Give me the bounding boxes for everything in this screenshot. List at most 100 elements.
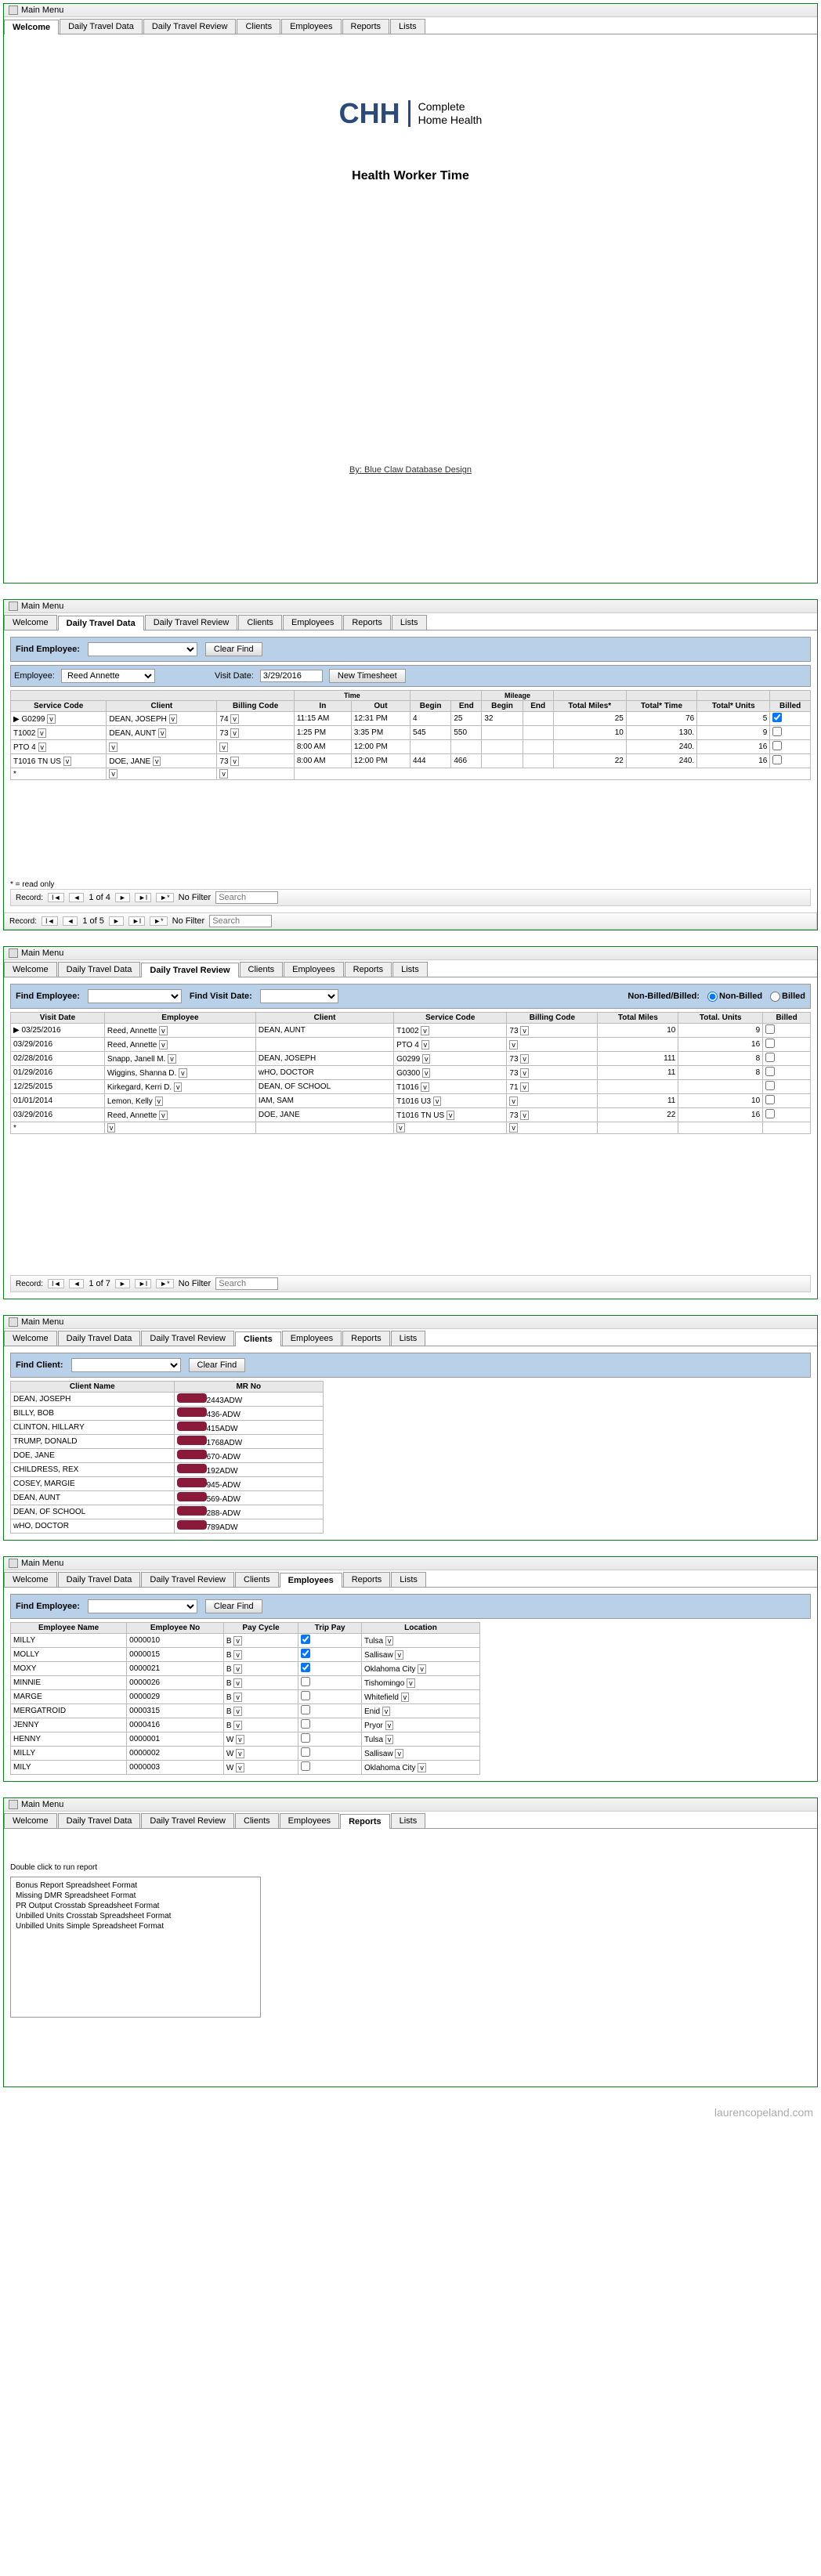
trip-pay-checkbox[interactable]	[301, 1747, 310, 1757]
no-filter[interactable]: No Filter	[172, 916, 205, 926]
billed-checkbox[interactable]	[765, 1081, 775, 1090]
dropdown-icon[interactable]: v	[38, 742, 47, 752]
dropdown-icon[interactable]: v	[230, 728, 239, 738]
table-row[interactable]: DEAN, AUNT569-ADW	[11, 1491, 324, 1505]
tab-daily-travel-data[interactable]: Daily Travel Data	[60, 19, 143, 34]
clear-find-button[interactable]: Clear Find	[205, 1599, 262, 1613]
no-filter[interactable]: No Filter	[179, 893, 212, 902]
pay-cycle-cell[interactable]: B v	[223, 1704, 298, 1718]
table-row[interactable]: MILLY0000002W vSallisaw v	[11, 1747, 480, 1761]
dropdown-icon[interactable]: v	[396, 1123, 405, 1133]
dropdown-icon[interactable]: v	[153, 757, 161, 766]
table-row[interactable]: CLINTON, HILLARY415ADW	[11, 1421, 324, 1435]
pay-cycle-cell[interactable]: B v	[223, 1648, 298, 1662]
billed-checkbox[interactable]	[765, 1109, 775, 1118]
tab-daily-travel-data[interactable]: Daily Travel Data	[58, 1331, 141, 1346]
tab-daily-travel-data[interactable]: Daily Travel Data	[58, 1813, 141, 1828]
new-button[interactable]: ►*	[156, 893, 173, 902]
location-cell[interactable]: Oklahoma City v	[361, 1662, 479, 1676]
tab-reports[interactable]: Reports	[340, 1814, 390, 1829]
tab-employees[interactable]: Employees	[280, 1573, 342, 1588]
tab-daily-travel-review[interactable]: Daily Travel Review	[145, 615, 238, 630]
table-row[interactable]: MILLY0000010B vTulsa v	[11, 1634, 480, 1648]
dropdown-icon[interactable]: v	[236, 1735, 244, 1744]
dropdown-icon[interactable]: v	[520, 1026, 529, 1035]
dropdown-icon[interactable]: v	[509, 1040, 518, 1050]
dropdown-icon[interactable]: v	[159, 1026, 168, 1035]
clear-find-button[interactable]: Clear Find	[205, 642, 262, 656]
table-row[interactable]: MARGE0000029B vWhitefield v	[11, 1690, 480, 1704]
next-button[interactable]: ►	[115, 1279, 130, 1288]
location-cell[interactable]: Pryor v	[361, 1718, 479, 1732]
location-cell[interactable]: Oklahoma City v	[361, 1761, 479, 1775]
tab-welcome[interactable]: Welcome	[4, 1572, 57, 1587]
new-button[interactable]: ►*	[150, 916, 167, 926]
table-row[interactable]: DEAN, OF SCHOOL288-ADW	[11, 1505, 324, 1519]
trip-pay-checkbox[interactable]	[301, 1691, 310, 1700]
search-input[interactable]	[209, 915, 272, 927]
tab-lists[interactable]: Lists	[391, 1813, 426, 1828]
tab-reports[interactable]: Reports	[342, 19, 390, 34]
dropdown-icon[interactable]: v	[233, 1650, 242, 1660]
trip-pay-checkbox[interactable]	[301, 1719, 310, 1729]
table-row[interactable]: DEAN, JOSEPH2443ADW	[11, 1393, 324, 1407]
dropdown-icon[interactable]: v	[233, 1721, 242, 1730]
dropdown-icon[interactable]: v	[509, 1097, 518, 1106]
tab-reports[interactable]: Reports	[345, 962, 392, 977]
dropdown-icon[interactable]: v	[520, 1082, 529, 1092]
table-row[interactable]: MERGATROID0000315B vEnid v	[11, 1704, 480, 1718]
table-row[interactable]: BILLY, BOB436-ADW	[11, 1407, 324, 1421]
dropdown-icon[interactable]: v	[422, 1068, 431, 1078]
search-input[interactable]	[215, 891, 278, 904]
trip-pay-checkbox[interactable]	[301, 1663, 310, 1672]
first-button[interactable]: I◄	[48, 893, 64, 902]
table-row[interactable]: TRUMP, DONALD1768ADW	[11, 1435, 324, 1449]
dropdown-icon[interactable]: v	[158, 728, 167, 738]
table-row[interactable]: wHO, DOCTOR789ADW	[11, 1519, 324, 1534]
table-row[interactable]: 02/28/2016Snapp, Janell M. vDEAN, JOSEPH…	[11, 1052, 811, 1066]
dropdown-icon[interactable]: v	[230, 714, 239, 724]
tab-welcome[interactable]: Welcome	[4, 20, 59, 34]
dropdown-icon[interactable]: v	[233, 1678, 242, 1688]
location-cell[interactable]: Tishomingo v	[361, 1676, 479, 1690]
tab-clients[interactable]: Clients	[235, 1813, 279, 1828]
dropdown-icon[interactable]: v	[233, 1693, 242, 1702]
dropdown-icon[interactable]: v	[447, 1111, 455, 1120]
tab-reports[interactable]: Reports	[342, 1331, 390, 1346]
tab-daily-travel-data[interactable]: Daily Travel Data	[58, 616, 144, 630]
table-row[interactable]: 01/29/2016Wiggins, Shanna D. vwHO, DOCTO…	[11, 1066, 811, 1080]
dropdown-icon[interactable]: v	[47, 714, 56, 724]
dropdown-icon[interactable]: v	[107, 1123, 116, 1133]
location-cell[interactable]: Tulsa v	[361, 1634, 479, 1648]
pay-cycle-cell[interactable]: B v	[223, 1676, 298, 1690]
dropdown-icon[interactable]: v	[385, 1636, 394, 1646]
dropdown-icon[interactable]: v	[155, 1097, 164, 1106]
tab-lists[interactable]: Lists	[391, 1331, 426, 1346]
billed-checkbox[interactable]	[765, 1067, 775, 1076]
tab-lists[interactable]: Lists	[391, 1572, 426, 1587]
dropdown-icon[interactable]: v	[174, 1082, 183, 1092]
tab-welcome[interactable]: Welcome	[4, 615, 57, 630]
trip-pay-checkbox[interactable]	[301, 1705, 310, 1714]
next-button[interactable]: ►	[115, 893, 130, 902]
billed-checkbox[interactable]	[772, 741, 782, 750]
billed-checkbox[interactable]	[765, 1024, 775, 1034]
report-list-item[interactable]: Unbilled Units Crosstab Spreadsheet Form…	[14, 1911, 257, 1921]
dropdown-icon[interactable]: v	[233, 1636, 242, 1646]
employee-select[interactable]: Reed Annette	[61, 669, 155, 683]
dropdown-icon[interactable]: v	[219, 742, 228, 752]
dropdown-icon[interactable]: v	[230, 757, 239, 766]
report-list-item[interactable]: PR Output Crosstab Spreadsheet Format	[14, 1901, 257, 1911]
report-list-item[interactable]: Missing DMR Spreadsheet Format	[14, 1891, 257, 1901]
dropdown-icon[interactable]: v	[421, 1082, 429, 1092]
trip-pay-checkbox[interactable]	[301, 1677, 310, 1686]
tab-employees[interactable]: Employees	[283, 615, 342, 630]
dropdown-icon[interactable]: v	[421, 1040, 430, 1050]
last-button[interactable]: ►I	[135, 1279, 151, 1288]
tab-daily-travel-review[interactable]: Daily Travel Review	[141, 963, 238, 977]
dropdown-icon[interactable]: v	[109, 742, 118, 752]
dropdown-icon[interactable]: v	[236, 1749, 244, 1758]
dropdown-icon[interactable]: v	[395, 1749, 403, 1758]
dropdown-icon[interactable]: v	[418, 1664, 426, 1674]
dropdown-icon[interactable]: v	[233, 1664, 242, 1674]
